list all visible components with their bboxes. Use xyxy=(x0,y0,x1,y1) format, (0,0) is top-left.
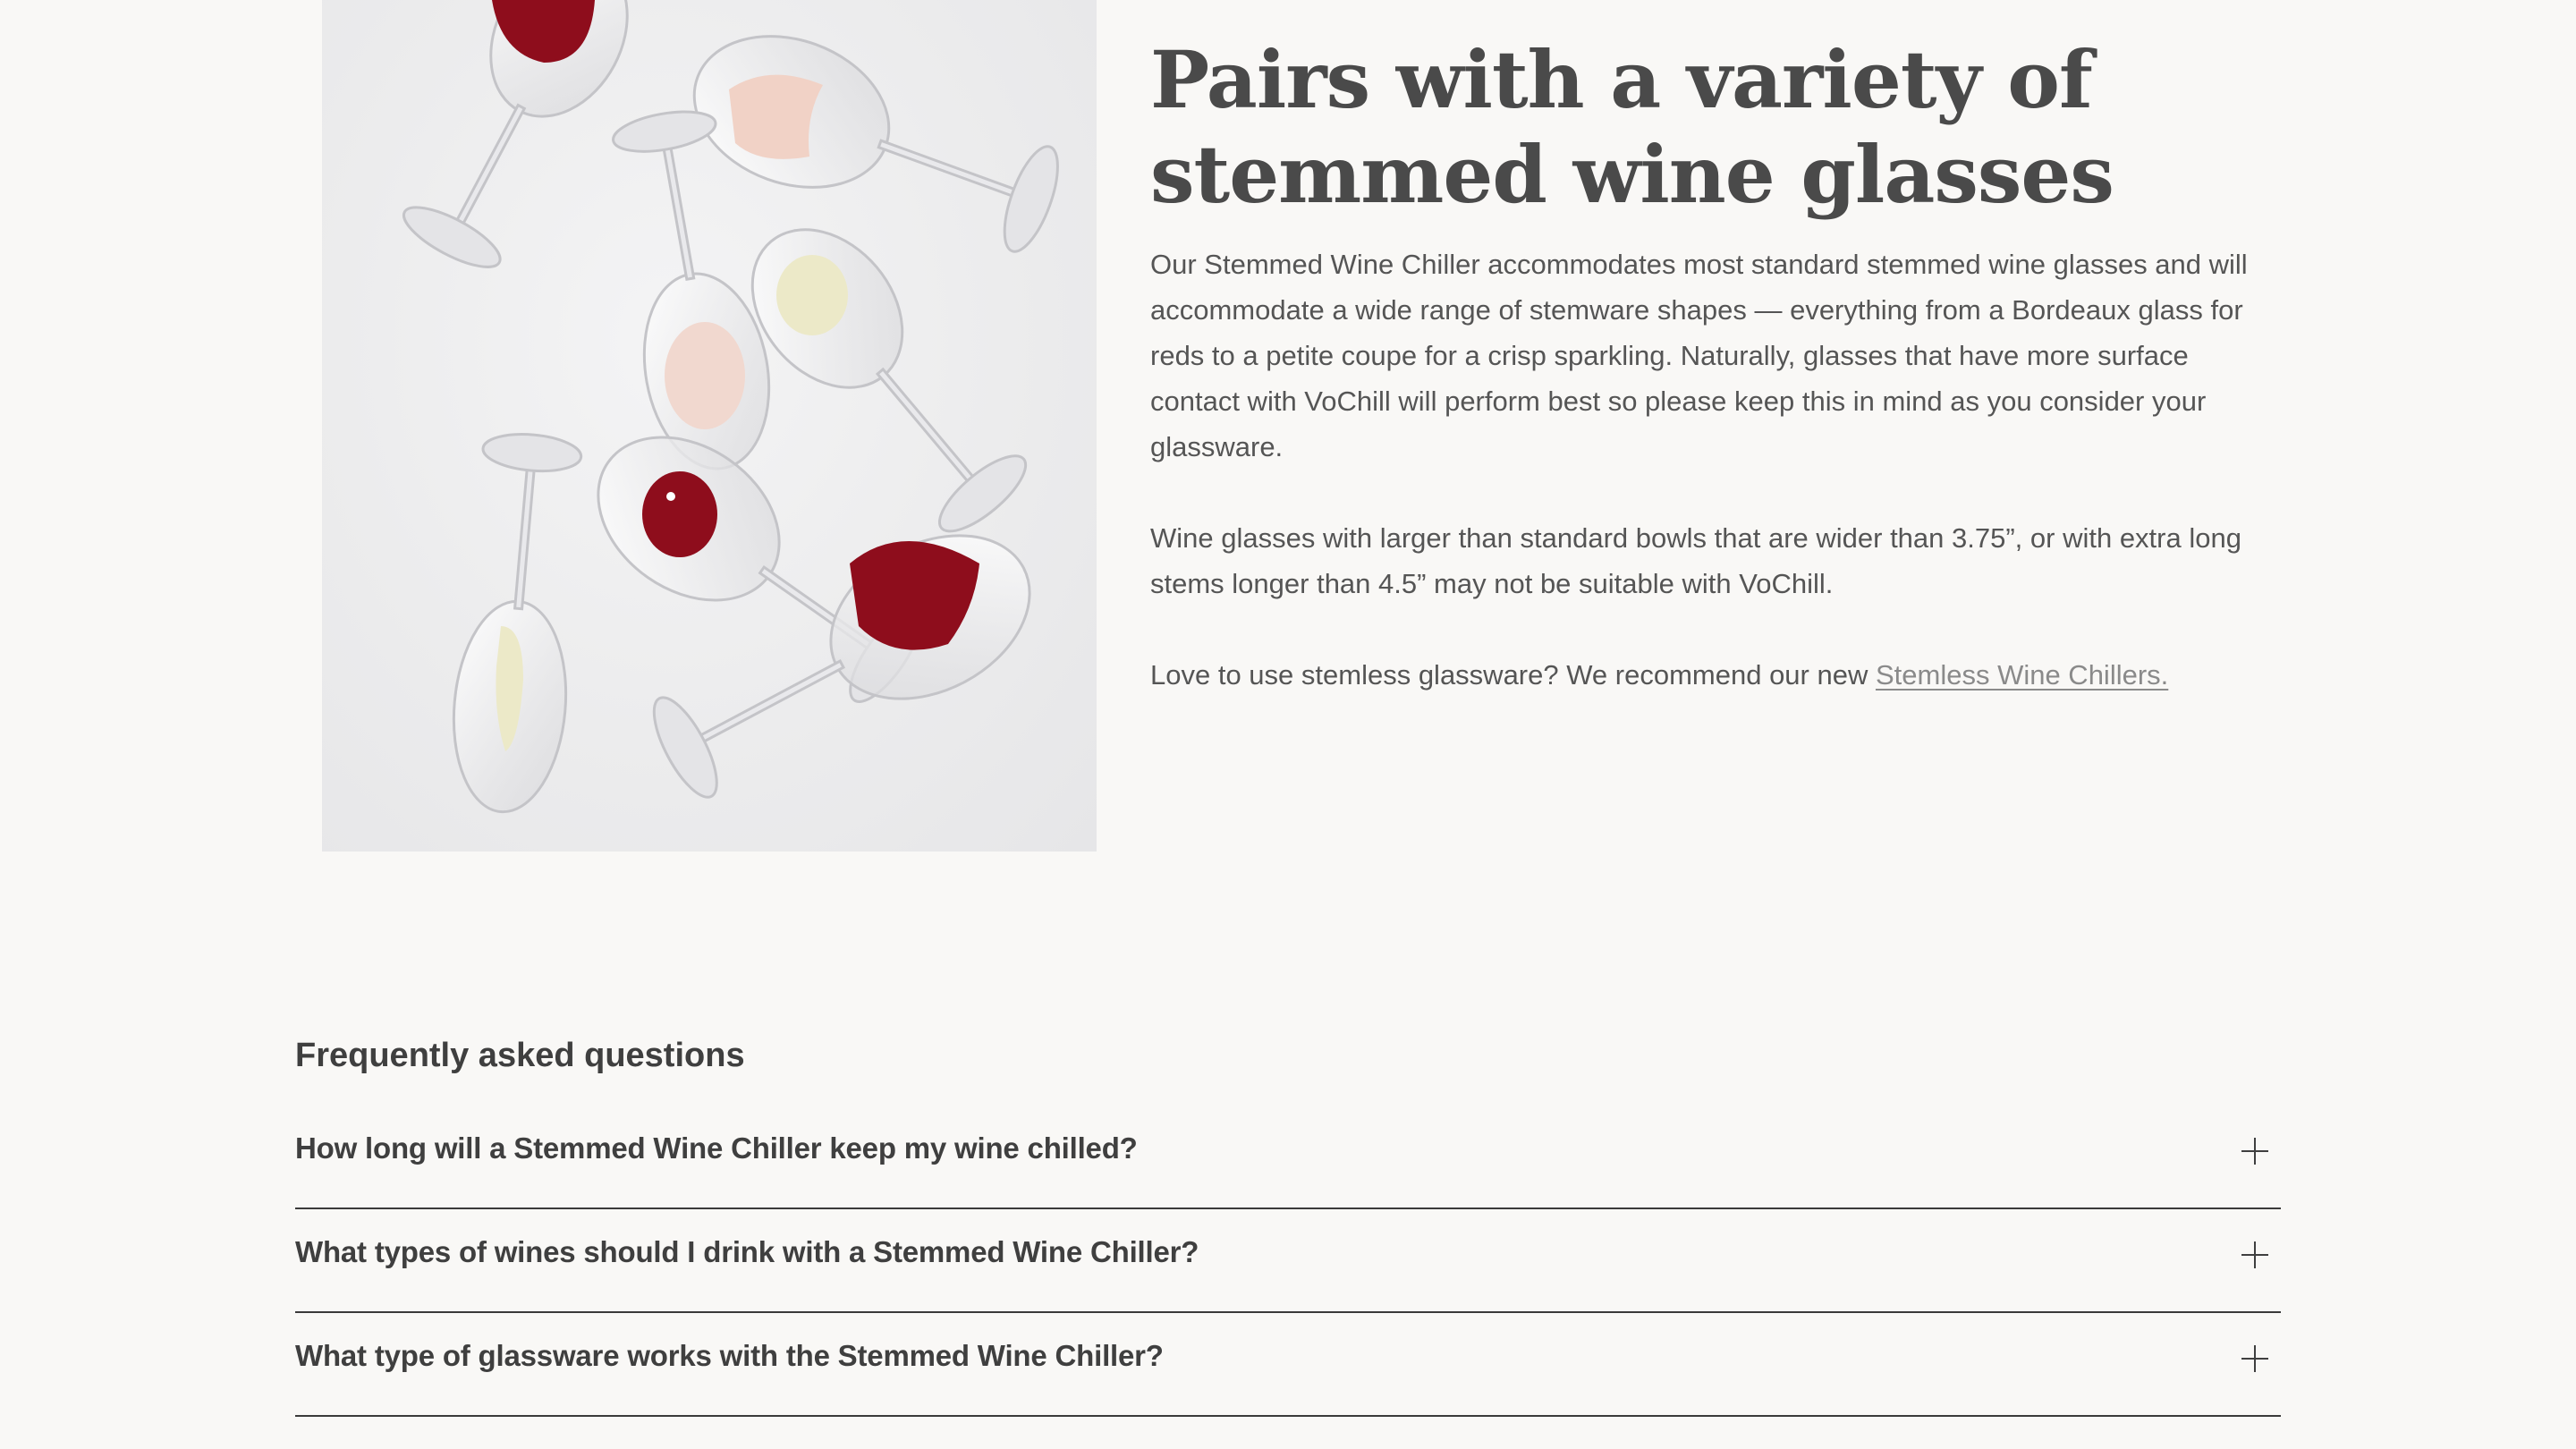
faq-item[interactable]: What type of glassware works with the St… xyxy=(295,1313,2281,1417)
faq-title: Frequently asked questions xyxy=(295,1037,745,1074)
compatibility-paragraph: Our Stemmed Wine Chiller accommodates mo… xyxy=(1150,249,2248,462)
faq-item[interactable]: What types of wines should I drink with … xyxy=(295,1209,2281,1313)
faq-section: Frequently asked questions How long will… xyxy=(295,1029,2281,1417)
faq-question[interactable]: What types of wines should I drink with … xyxy=(295,1233,1199,1272)
faq-question[interactable]: What type of glassware works with the St… xyxy=(295,1336,1164,1376)
stemless-cta-paragraph: Love to use stemless glassware? We recom… xyxy=(1150,652,2277,698)
section-headline: Pairs with a variety of stemmed wine gla… xyxy=(1150,33,2114,221)
faq-item[interactable]: How long will a Stemmed Wine Chiller kee… xyxy=(295,1106,2281,1209)
plus-icon[interactable] xyxy=(2241,1345,2268,1372)
wine-glasses-image xyxy=(322,0,1097,852)
wine-glasses-illustration xyxy=(402,0,1059,814)
stemless-wine-chillers-link[interactable]: Stemless Wine Chillers. xyxy=(1876,659,2168,691)
plus-icon[interactable] xyxy=(2241,1241,2268,1268)
faq-question[interactable]: How long will a Stemmed Wine Chiller kee… xyxy=(295,1129,1138,1168)
pairing-info: Pairs with a variety of stemmed wine gla… xyxy=(1150,32,2277,698)
stemless-cta-text: Love to use stemless glassware? We recom… xyxy=(1150,659,1876,691)
size-limit-paragraph: Wine glasses with larger than standard b… xyxy=(1150,522,2241,599)
plus-icon[interactable] xyxy=(2241,1138,2268,1165)
